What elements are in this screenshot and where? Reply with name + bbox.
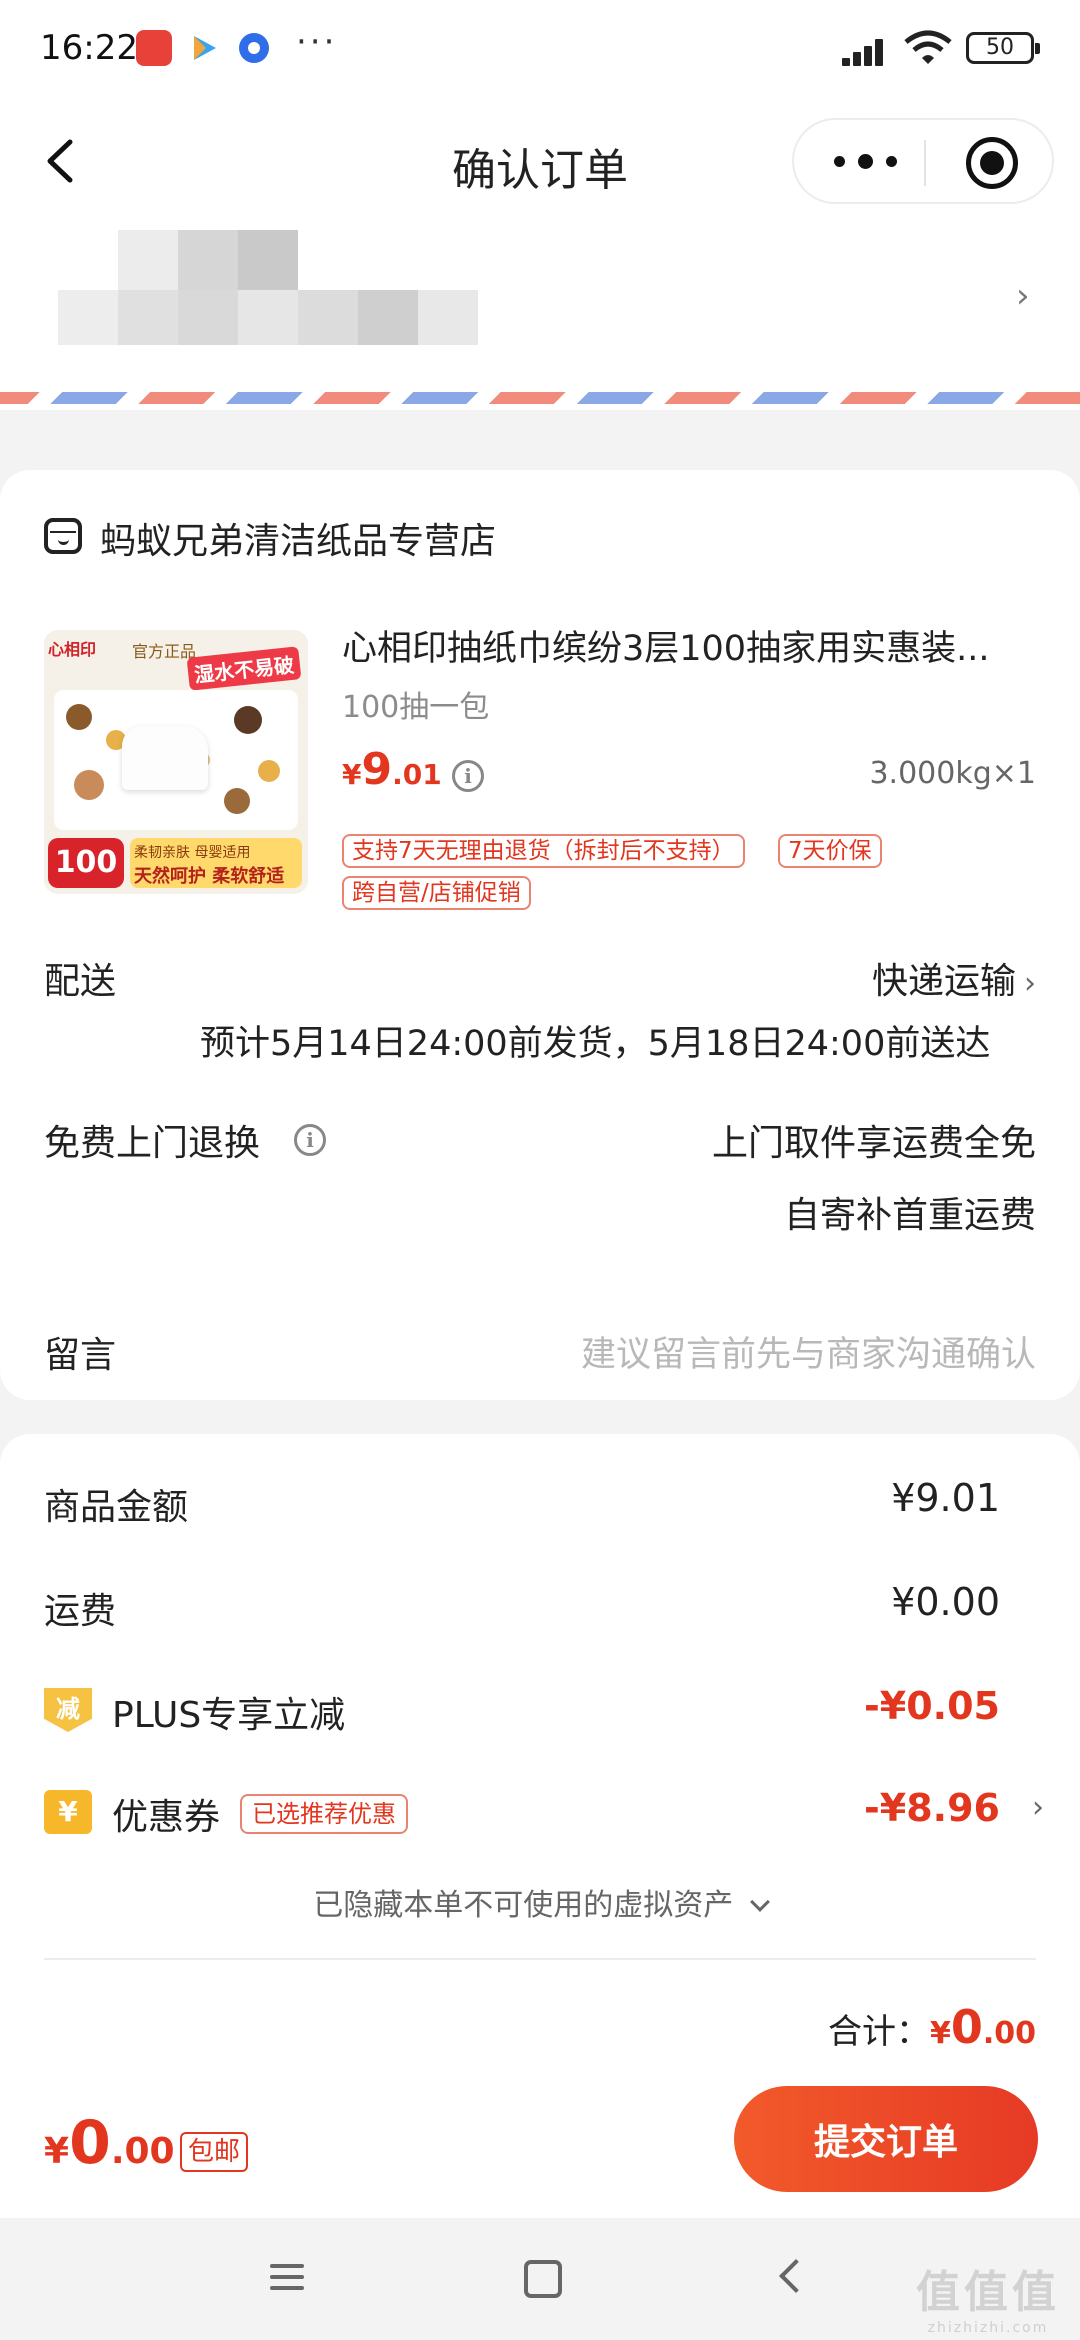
delivery-method-row[interactable]: 快递运输 ›	[872, 952, 1036, 1004]
goods-amount-label: 商品金额	[44, 1487, 189, 1528]
plus-discount-label: PLUS专享立减	[112, 1695, 346, 1736]
service-tag: 支持7天无理由退货（拆封后不支持）	[342, 834, 745, 868]
shipping-value: ¥0.00	[891, 1580, 1000, 1624]
payable-symbol: ¥	[44, 2131, 70, 2172]
system-back-icon[interactable]	[736, 2218, 856, 2340]
more-dots-icon[interactable]	[830, 142, 910, 182]
price-decimal: .01	[392, 758, 442, 791]
watermark-url: zhizhizhi.com	[927, 2320, 1049, 2336]
total-decimal: .00	[982, 2016, 1036, 2051]
coupon-chevron-icon[interactable]: ›	[1032, 1790, 1044, 1825]
wifi-icon	[904, 30, 952, 66]
submit-order-button[interactable]: 提交订单	[734, 2086, 1038, 2192]
service-tag: 跨自营/店铺促销	[342, 876, 531, 910]
free-return-line2: 自寄补首重运费	[783, 1195, 1036, 1236]
total-integer: 0	[950, 2000, 983, 2054]
delivery-method: 快递运输	[871, 961, 1016, 1002]
free-return-text: 免费上门退换	[44, 1123, 261, 1164]
coupon-selected-tag: 已选推荐优惠	[240, 1794, 408, 1834]
home-icon[interactable]	[480, 2218, 600, 2340]
product-image[interactable]: 心相印 官方正品 湿水不易破 100 柔韧亲肤 母婴适用 天然呵护 柔软舒适	[44, 630, 308, 894]
total-label: 合计：	[827, 2012, 930, 2052]
coupon-value[interactable]: -¥8.96	[864, 1786, 1000, 1830]
watermark-logo: 值值值	[916, 2267, 1060, 2318]
price-info-icon[interactable]: i	[452, 760, 484, 792]
shipping-label: 运费	[44, 1591, 117, 1632]
coupon-icon: ¥	[44, 1790, 92, 1834]
menu-icon[interactable]	[230, 2218, 350, 2340]
plus-discount-icon: 减	[44, 1688, 92, 1732]
free-shipping-badge: 包邮	[180, 2132, 249, 2172]
chevron-right-icon: ›	[1024, 966, 1036, 1001]
system-nav-bar: 值值值 zhizhizhi.com	[0, 2218, 1080, 2340]
redacted-address	[58, 230, 518, 360]
coupon-label[interactable]: 优惠券	[112, 1788, 220, 1840]
chevron-down-icon	[749, 1892, 770, 1912]
delivery-estimate: 预计5月14日24:00前发货，5月18日24:00前送达	[200, 1024, 991, 1064]
hidden-assets-text: 已隐藏本单不可使用的虚拟资产	[313, 1888, 734, 1923]
store-card: 蚂蚁兄弟清洁纸品专营店 心相印 官方正品 湿水不易破 100 柔韧亲肤 母婴适用…	[0, 470, 1080, 1400]
price-symbol: ¥	[342, 758, 362, 791]
free-return-info-icon[interactable]: i	[294, 1124, 326, 1156]
free-return-line1: 上门取件享运费全免	[711, 1123, 1036, 1164]
store-name[interactable]: 蚂蚁兄弟清洁纸品专营店	[100, 512, 496, 564]
price-summary-card: 商品金额 ¥9.01 运费 ¥0.00 减 PLUS专享立减 -¥0.05 ¥ …	[0, 1434, 1080, 2100]
product-image-banner: 柔韧亲肤 母婴适用 天然呵护 柔软舒适	[130, 838, 302, 888]
app-notification-icon	[136, 30, 172, 66]
target-icon[interactable]	[966, 137, 1018, 189]
store-icon	[44, 518, 82, 554]
product-quantity: 3.000kg×1	[869, 756, 1036, 791]
nav-bar: 确认订单	[0, 96, 1080, 226]
product-image-slogan: 天然呵护 柔软舒适	[134, 866, 285, 887]
product-title[interactable]: 心相印抽纸巾缤纷3层100抽家用实惠装...	[342, 620, 1042, 671]
payable-decimal: .00	[110, 2131, 175, 2172]
hidden-assets-toggle[interactable]: 已隐藏本单不可使用的虚拟资产	[0, 1880, 1080, 1924]
total-row: 合计：¥0.00	[828, 2000, 1036, 2054]
tissue-illustration	[122, 726, 208, 790]
browser-app-icon	[236, 30, 272, 66]
address-chevron-icon[interactable]: ›	[1016, 276, 1030, 316]
price-integer: 9	[361, 744, 393, 795]
bottom-bar: ¥0.00 包邮 提交订单	[0, 2074, 1080, 2218]
capsule-divider	[924, 140, 926, 186]
status-overflow-icon: ···	[296, 22, 338, 62]
message-label: 留言	[44, 1335, 117, 1376]
payable-price: ¥0.00	[44, 2108, 175, 2178]
service-tag: 7天价保	[778, 834, 882, 868]
product-image-brand: 心相印	[48, 640, 97, 659]
signal-icon	[842, 36, 892, 66]
message-input[interactable]: 建议留言前先与商家沟通确认	[581, 1326, 1036, 1377]
divider	[44, 1958, 1036, 1960]
status-bar: 16:22 ··· 50	[0, 0, 1080, 96]
product-image-official: 官方正品	[132, 642, 197, 661]
product-spec: 100抽一包	[342, 690, 490, 725]
plus-discount-value: -¥0.05	[864, 1684, 1000, 1728]
free-return-label[interactable]: 免费上门退换	[44, 1114, 260, 1166]
airmail-border	[0, 392, 1080, 404]
battery-icon: 50	[966, 32, 1040, 64]
address-card[interactable]: ›	[0, 220, 1080, 410]
watermark: 值值值 zhizhizhi.com	[916, 2256, 1060, 2336]
mini-program-capsule	[792, 118, 1054, 204]
total-symbol: ¥	[929, 2016, 951, 2051]
video-app-icon	[186, 30, 222, 66]
goods-amount-value: ¥9.01	[891, 1476, 1000, 1520]
status-time: 16:22	[40, 28, 138, 68]
payable-integer: 0	[69, 2108, 111, 2178]
delivery-label: 配送	[44, 961, 117, 1002]
product-image-count: 100	[48, 838, 124, 888]
product-image-feature: 柔韧亲肤 母婴适用	[134, 845, 251, 861]
product-price: ¥9.01	[342, 744, 442, 795]
product-image-tag: 湿水不易破	[186, 646, 302, 691]
